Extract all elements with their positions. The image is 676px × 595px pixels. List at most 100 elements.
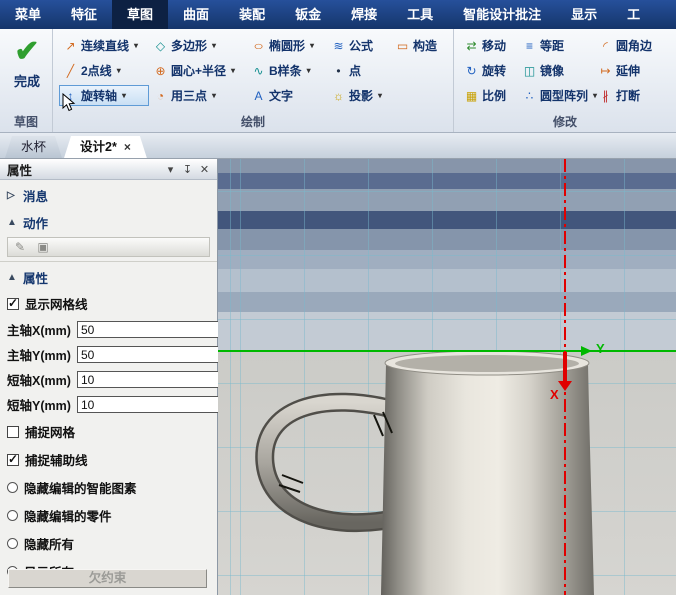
tab-close-icon[interactable]: × [124, 141, 131, 153]
tool-polygon[interactable]: ◇ 多边形 [149, 35, 247, 56]
tool-offset[interactable]: ≡ 等距 [518, 35, 594, 56]
mug-handle [257, 395, 409, 530]
radio-label: 隐藏所有 [24, 538, 75, 552]
major-y-input[interactable] [77, 346, 240, 363]
tool-ellipse[interactable]: ○ 椭圆形 [247, 35, 327, 56]
menu-item-feature[interactable]: 特征 [56, 0, 112, 29]
menu-item-weld[interactable]: 焊接 [336, 0, 392, 29]
tool-label: 等距 [540, 39, 565, 53]
menu-item-clipped[interactable]: 工 [612, 0, 655, 29]
finish-check-icon[interactable]: ✔ [14, 35, 39, 69]
finish-group: ✔ 完成 草图 [0, 29, 52, 132]
radio-hide-all-row: 隐藏所有 [0, 529, 217, 557]
tool-point[interactable]: • 点 [327, 60, 391, 81]
menu-item-menu[interactable]: 菜单 [0, 0, 56, 29]
tool-label: 镜像 [540, 64, 565, 78]
tool-scale[interactable]: ▦ 比例 [460, 85, 518, 106]
tool-label: 点 [349, 64, 362, 78]
y-axis-label: Y [596, 341, 605, 356]
tool-label: 打断 [616, 89, 641, 103]
edit-tool-icon[interactable]: ✎ [11, 240, 29, 254]
menu-item-display[interactable]: 显示 [556, 0, 612, 29]
modify-group-label: 修改 [552, 115, 577, 129]
mouse-cursor [62, 93, 76, 112]
show-gridlines-checkbox[interactable] [7, 296, 19, 310]
continuous-line-icon: ↗ [65, 38, 76, 53]
panel-pin-icon[interactable]: ↧ [179, 163, 196, 176]
tool-move[interactable]: ⇄ 移动 [460, 35, 518, 56]
hide-smart-elements-radio[interactable] [7, 482, 18, 493]
tool-three-point[interactable]: ◔ 用三点 [149, 85, 247, 106]
action-toolbar: ✎ ▣ [7, 237, 210, 257]
tool-label: 圆心+半径 [171, 64, 227, 78]
select-tool-icon[interactable]: ▣ [34, 240, 52, 254]
tool-label: 2点线 [81, 64, 112, 78]
section-message[interactable]: ▷ 消息 [0, 180, 217, 207]
major-x-label: 主轴X(mm) [7, 324, 71, 338]
section-action[interactable]: ▲ 动作 [0, 207, 217, 234]
tool-label: 多边形 [171, 39, 208, 53]
break-icon: ∦ [602, 88, 609, 103]
document-tab-bar: 水杯 设计2* × [0, 133, 676, 159]
expanded-arrow-icon: ▲ [7, 272, 17, 283]
menu-item-surface[interactable]: 曲面 [168, 0, 224, 29]
formula-icon: ≋ [333, 38, 344, 53]
menu-item-smart-annotation[interactable]: 智能设计批注 [448, 0, 556, 29]
tab-label: 水杯 [21, 140, 47, 154]
tab-shuibei[interactable]: 水杯 [5, 136, 62, 158]
minor-x-input[interactable] [77, 371, 240, 388]
tool-formula[interactable]: ≋ 公式 [327, 35, 391, 56]
mug-model[interactable] [218, 159, 676, 595]
minor-y-row: 短轴Y(mm) [0, 392, 240, 417]
tool-label: 椭圆形 [269, 39, 306, 53]
panel-header: 属性 ▾ ↧ ✕ [0, 159, 217, 180]
menu-item-tools[interactable]: 工具 [392, 0, 448, 29]
tool-continuous-line[interactable]: ↗ 连续直线 [59, 35, 149, 56]
menu-bar: 菜单 特征 草图 曲面 装配 钣金 焊接 工具 智能设计批注 显示 工 [0, 0, 676, 29]
panel-close-icon[interactable]: ✕ [196, 163, 213, 176]
tool-mirror[interactable]: ◫ 镜像 [518, 60, 594, 81]
tool-construct[interactable]: ▭ 构造 [391, 35, 449, 56]
tool-extend[interactable]: ↦ 延伸 [594, 60, 672, 81]
panel-collapse-icon[interactable]: ▾ [162, 163, 179, 176]
tool-projection[interactable]: ☼ 投影 [327, 85, 391, 106]
tool-bspline[interactable]: ∿ B样条 [247, 60, 327, 81]
tool-label: 比例 [482, 89, 507, 103]
tab-design2[interactable]: 设计2* × [64, 136, 147, 158]
draw-group-label: 绘制 [240, 115, 265, 129]
section-label: 动作 [23, 217, 49, 231]
snap-guides-checkbox[interactable] [7, 452, 19, 466]
snap-grid-checkbox[interactable] [7, 425, 19, 438]
tool-circular-pattern[interactable]: ∴ 圆型阵列 [518, 85, 594, 106]
tool-label: 旋转 [482, 64, 507, 78]
draw-tool-grid: ↗ 连续直线 ◇ 多边形 ○ 椭圆形 ≋ 公式 ▭ 构造 ╱ 2点线 [59, 33, 449, 108]
menu-item-assembly[interactable]: 装配 [224, 0, 280, 29]
tool-rotate[interactable]: ↻ 旋转 [460, 60, 518, 81]
viewport-canvas[interactable]: Y X [218, 159, 676, 595]
hide-all-radio[interactable] [7, 538, 18, 549]
menu-item-sketch[interactable]: 草图 [112, 0, 169, 29]
major-x-input[interactable] [77, 321, 240, 338]
polygon-icon: ◇ [155, 38, 166, 53]
menu-item-sheetmetal[interactable]: 钣金 [280, 0, 336, 29]
major-y-label: 主轴Y(mm) [7, 349, 71, 363]
tool-break[interactable]: ∦ 打断 [594, 85, 672, 106]
modify-tool-grid: ⇄ 移动 ≡ 等距 ◜ 圆角边 ↻ 旋转 ◫ 镜像 ↦ 延伸 ▦ 比例 ∴ 圆型… [460, 33, 672, 108]
two-point-line-icon: ╱ [66, 63, 75, 78]
minor-y-input[interactable] [77, 396, 240, 413]
radio-hide-edited-parts-row: 隐藏编辑的零件 [0, 501, 217, 529]
finish-button[interactable]: 完成 [14, 71, 40, 90]
checkbox-label: 捕捉辅助线 [25, 454, 88, 468]
tool-circle-center-radius[interactable]: ⊕ 圆心+半径 [149, 60, 247, 81]
section-properties[interactable]: ▲ 属性 [0, 262, 217, 289]
section-label: 属性 [23, 272, 49, 286]
tool-label: 公式 [349, 39, 374, 53]
construct-icon: ▭ [396, 38, 409, 53]
hide-edited-parts-radio[interactable] [7, 510, 18, 521]
bspline-icon: ∿ [253, 63, 264, 78]
y-axis-line[interactable] [218, 350, 676, 352]
tool-fillet[interactable]: ◜ 圆角边 [594, 35, 672, 56]
tool-two-point-line[interactable]: ╱ 2点线 [59, 60, 149, 81]
tool-text[interactable]: A 文字 [247, 85, 327, 106]
ribbon: ✔ 完成 草图 ↗ 连续直线 ◇ 多边形 ○ 椭圆形 ≋ 公式 ▭ 构造 [0, 29, 676, 133]
